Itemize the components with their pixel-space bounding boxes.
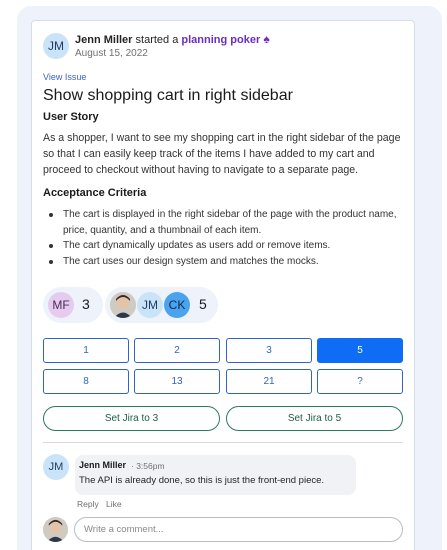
reply-link[interactable]: Reply [77,499,99,509]
estimate-card-1[interactable]: 1 [43,338,129,363]
estimate-card-2[interactable]: 2 [134,338,220,363]
app-name-link[interactable]: planning poker [181,34,260,46]
comment-input[interactable] [74,517,403,542]
estimate-card-unknown[interactable]: ? [317,369,403,394]
like-link[interactable]: Like [106,499,122,509]
comment-time: · 3:56pm [131,461,165,471]
estimate-card-21[interactable]: 21 [226,369,312,394]
user-story-text: As a shopper, I want to see my shopping … [43,132,401,176]
user-name[interactable]: Jenn Miller [75,34,132,46]
avatar[interactable]: JM [137,292,163,318]
avatar[interactable] [110,292,136,318]
user-photo-icon [110,292,136,318]
estimate-card-5[interactable]: 5 [317,338,403,363]
acceptance-criteria-list: The cart is displayed in the right sideb… [49,207,408,270]
estimate-card-3[interactable]: 3 [226,338,312,363]
acceptance-criteria-heading: Acceptance Criteria [43,187,147,199]
activity-header: Jenn Miller started a planning poker ♠ [75,32,270,46]
vote-count: 5 [199,296,207,312]
avatar[interactable]: CK [164,292,190,318]
avatar[interactable]: JM [43,33,69,59]
avatar[interactable]: JM [43,454,69,480]
vote-count: 3 [82,296,90,312]
spade-icon: ♠ [263,32,270,46]
list-item: The cart dynamically updates as users ad… [49,238,408,254]
post-date: August 15, 2022 [75,48,148,59]
set-jira-5-button[interactable]: Set Jira to 5 [226,406,403,431]
estimate-card-8[interactable]: 8 [43,369,129,394]
activity-verb: started a [135,34,179,46]
comment-text: The API is already done, so this is just… [79,475,325,486]
avatar[interactable]: MF [48,292,74,318]
comment-author[interactable]: Jenn Miller [79,460,126,470]
user-story-heading: User Story [43,111,99,123]
view-issue-link[interactable]: View Issue [43,72,86,82]
issue-title: Show shopping cart in right sidebar [43,87,293,104]
list-item: The cart is displayed in the right sideb… [49,207,408,238]
set-jira-3-button[interactable]: Set Jira to 3 [43,406,220,431]
estimate-card-13[interactable]: 13 [134,369,220,394]
avatar [43,517,68,542]
divider [43,442,403,443]
user-photo-icon [43,517,68,542]
list-item: The cart uses our design system and matc… [49,254,408,270]
